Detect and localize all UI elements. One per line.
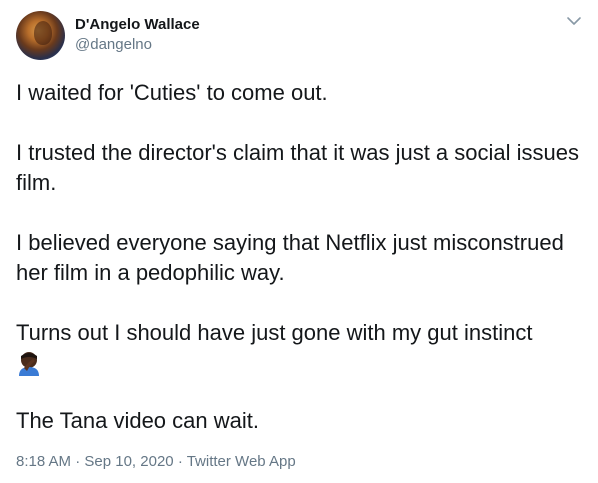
- meta-separator: ·: [177, 453, 183, 470]
- tweet-paragraph-with-emoji: Turns out I should have just gone with m…: [16, 318, 582, 376]
- tweet-paragraph: I believed everyone saying that Netflix …: [16, 230, 564, 285]
- tweet-paragraph: I waited for 'Cuties' to come out.: [16, 80, 328, 105]
- tweet-header: D'Angelo Wallace @dangelno: [16, 10, 200, 60]
- facepalm-emoji-icon: [19, 352, 39, 376]
- user-handle[interactable]: @dangelno: [75, 35, 200, 55]
- chevron-down-icon[interactable]: [565, 12, 583, 30]
- meta-separator: ·: [75, 453, 81, 470]
- author-names: D'Angelo Wallace @dangelno: [75, 15, 200, 55]
- tweet-card: D'Angelo Wallace @dangelno I waited for …: [0, 0, 598, 483]
- tweet-paragraph: The Tana video can wait.: [16, 408, 259, 433]
- tweet-time[interactable]: 8:18 AM: [16, 453, 71, 470]
- tweet-paragraph: I trusted the director's claim that it w…: [16, 140, 579, 195]
- tweet-meta: 8:18 AM · Sep 10, 2020 · Twitter Web App: [16, 452, 296, 472]
- tweet-date[interactable]: Sep 10, 2020: [84, 453, 173, 470]
- tweet-paragraph: Turns out I should have just gone with m…: [16, 320, 533, 345]
- avatar[interactable]: [16, 10, 65, 60]
- display-name[interactable]: D'Angelo Wallace: [75, 15, 200, 35]
- tweet-source[interactable]: Twitter Web App: [187, 453, 296, 470]
- tweet-text: I waited for 'Cuties' to come out. I tru…: [16, 78, 582, 466]
